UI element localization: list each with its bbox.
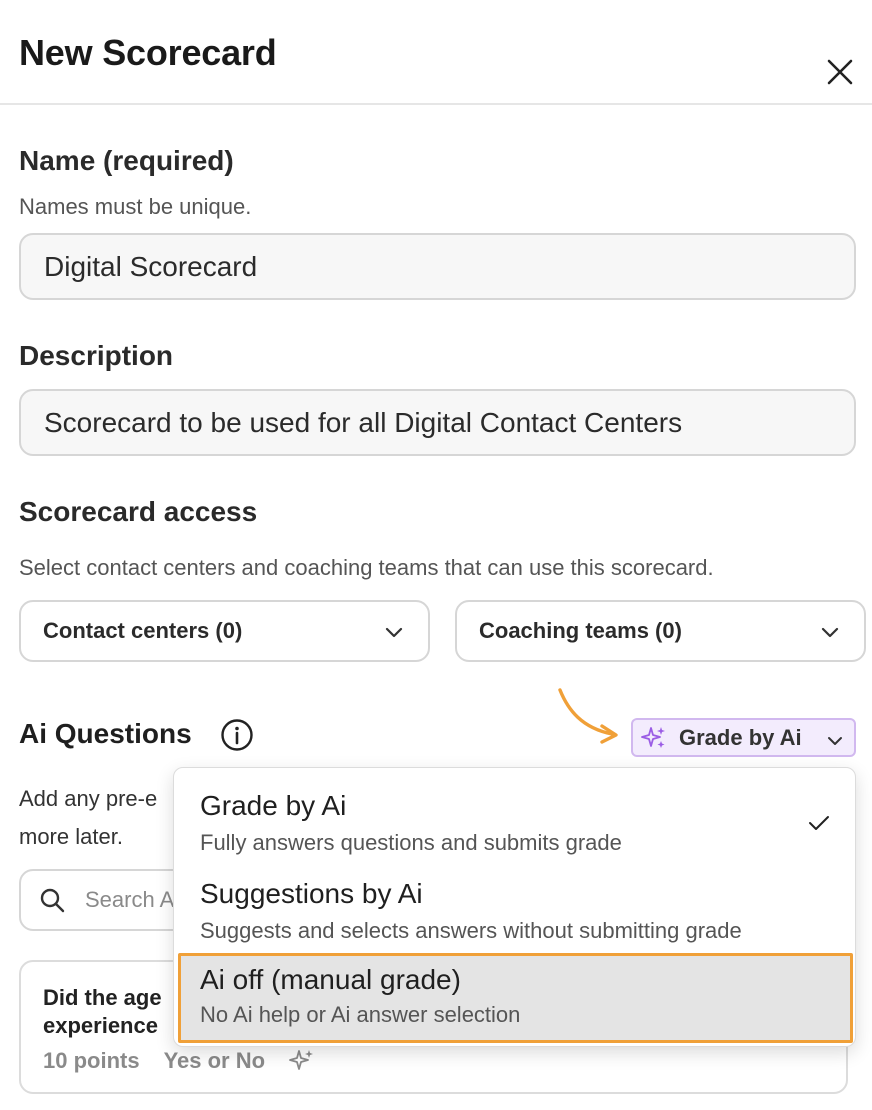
option-description: Suggests and selects answers without sub… [200, 918, 742, 943]
page-title: New Scorecard [19, 32, 277, 73]
grade-mode-button[interactable]: Grade by Ai [631, 718, 856, 757]
close-icon [827, 59, 853, 85]
helper-line-1: Add any pre-e [19, 786, 158, 811]
coaching-teams-label: Coaching teams (0) [479, 618, 682, 643]
option-title: Grade by Ai [200, 790, 347, 821]
access-label: Scorecard access [19, 496, 258, 527]
description-input[interactable]: Scorecard to be used for all Digital Con… [19, 389, 856, 456]
helper-line-2: more later. [19, 824, 123, 849]
question-type: Yes or No [163, 1048, 266, 1073]
access-helper: Select contact centers and coaching team… [19, 555, 714, 580]
sparkle-icon [641, 726, 665, 748]
search-icon [40, 888, 65, 913]
option-grade-by-ai[interactable]: Grade by Ai Fully answers questions and … [174, 772, 857, 860]
chevron-down-icon [828, 737, 842, 745]
option-description: No Ai help or Ai answer selection [200, 1002, 521, 1027]
grade-mode-dropdown: Grade by Ai Fully answers questions and … [173, 767, 856, 1047]
chevron-down-icon [821, 627, 839, 638]
ai-questions-helper: Add any pre-e more later. [19, 780, 179, 856]
sparkle-icon [289, 1050, 314, 1070]
option-suggestions-by-ai[interactable]: Suggestions by Ai Suggests and selects a… [174, 860, 857, 948]
name-input[interactable]: Digital Scorecard [19, 233, 856, 300]
ai-questions-title: Ai Questions [19, 718, 192, 749]
option-description: Fully answers questions and submits grad… [200, 830, 622, 855]
search-placeholder: Search A [85, 887, 175, 912]
question-points: 10 points [43, 1048, 140, 1073]
grade-mode-label: Grade by Ai [679, 724, 802, 750]
chevron-down-icon [385, 627, 403, 638]
question-meta: 10 points Yes or No [43, 1048, 315, 1074]
option-title: Suggestions by Ai [200, 878, 423, 909]
contact-centers-select[interactable]: Contact centers (0) [19, 600, 430, 662]
contact-centers-label: Contact centers (0) [43, 618, 243, 643]
description-label: Description [19, 340, 174, 371]
option-title: Ai off (manual grade) [200, 964, 461, 995]
name-label: Name (required) [19, 145, 234, 176]
name-helper: Names must be unique. [19, 194, 252, 219]
close-button[interactable] [822, 54, 858, 90]
annotation-arrow-icon [558, 688, 618, 744]
info-icon[interactable] [220, 718, 254, 752]
modal-header: New Scorecard [0, 0, 872, 105]
check-icon [809, 816, 829, 830]
option-ai-off[interactable]: Ai off (manual grade) No Ai help or Ai a… [178, 953, 853, 1043]
coaching-teams-select[interactable]: Coaching teams (0) [455, 600, 866, 662]
